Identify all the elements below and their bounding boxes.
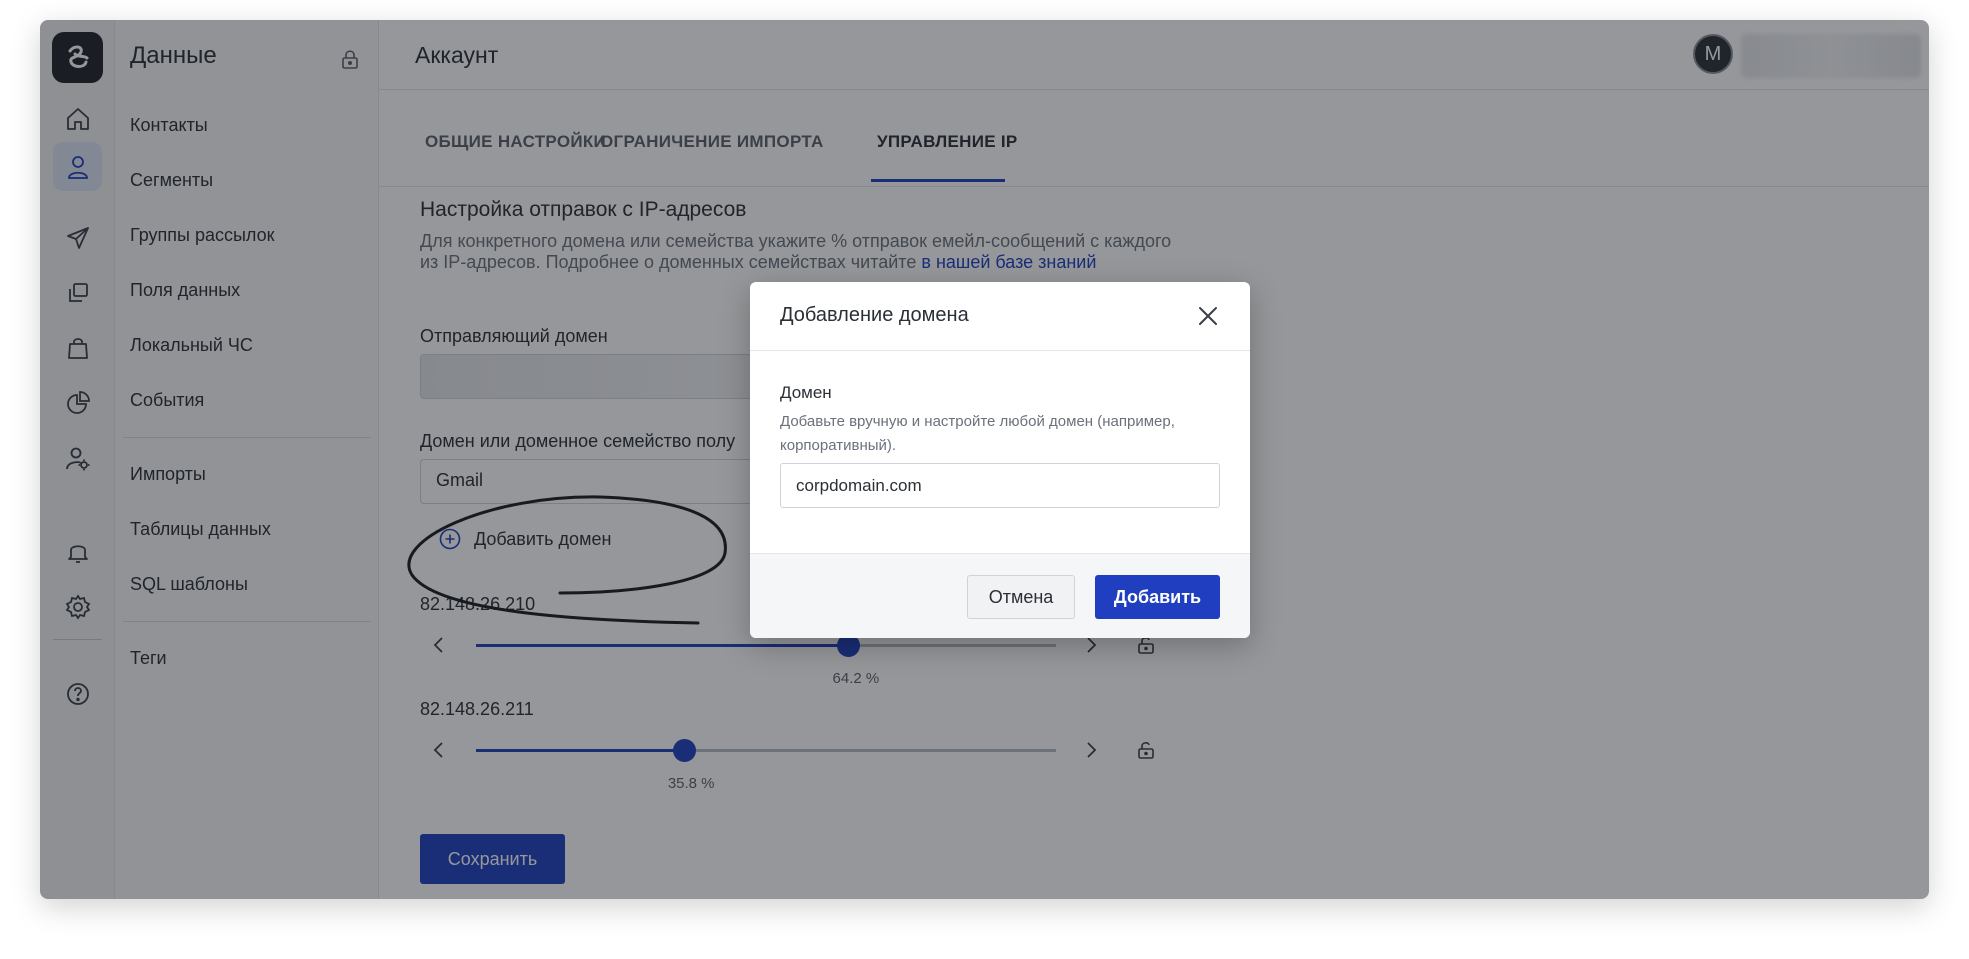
add-domain-dialog: Добавление домена Домен Добавьте вручную… (750, 282, 1250, 638)
app-window: Данные Контакты Сегменты Группы рассылок… (40, 20, 1929, 899)
domain-field-hint: Добавьте вручную и настройте любой домен… (780, 413, 1175, 454)
dialog-title: Добавление домена (780, 304, 969, 326)
domain-field-label: Домен (780, 383, 832, 402)
dialog-header: Добавление домена (750, 282, 1250, 351)
dialog-footer: Отмена Добавить (750, 553, 1250, 638)
close-icon[interactable] (1196, 304, 1220, 328)
add-button[interactable]: Добавить (1095, 575, 1220, 619)
cancel-button[interactable]: Отмена (967, 575, 1075, 619)
dialog-body: Домен Добавьте вручную и настройте любой… (750, 351, 1250, 553)
domain-input[interactable] (780, 463, 1220, 508)
